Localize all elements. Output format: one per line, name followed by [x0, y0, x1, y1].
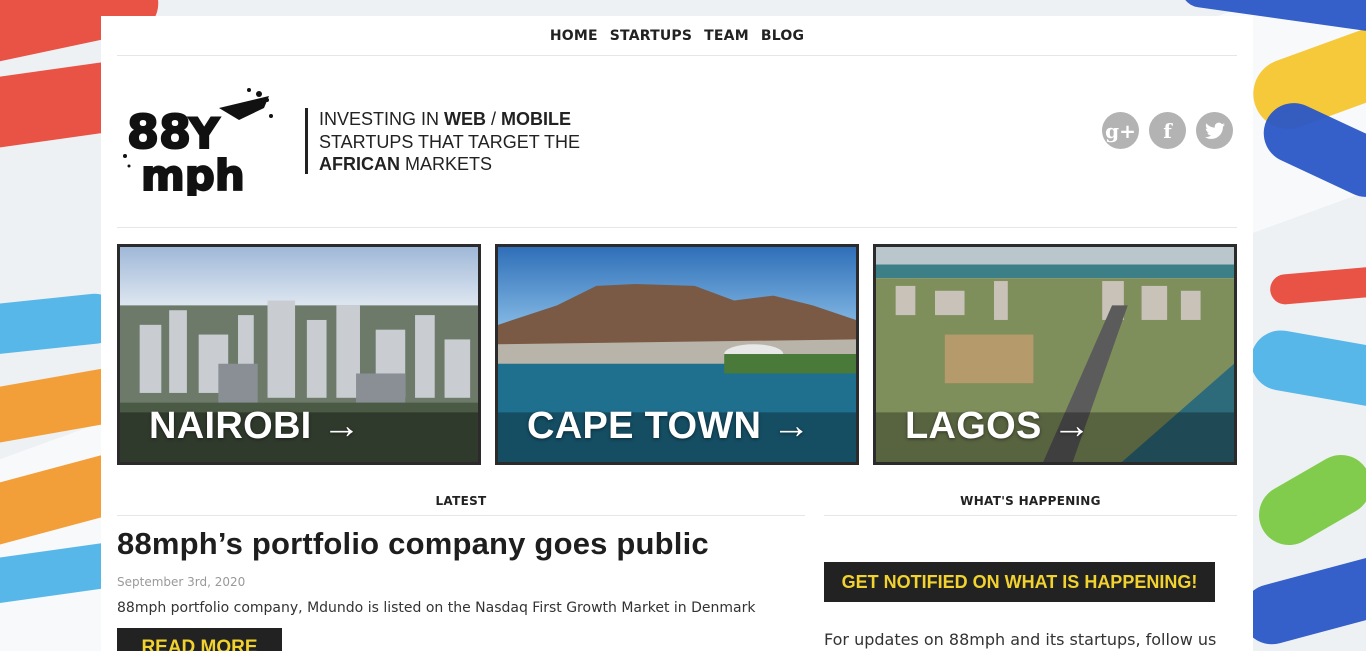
city-tile-lagos[interactable]: LAGOS →	[873, 244, 1237, 465]
google-plus-icon[interactable]: g+	[1102, 112, 1139, 149]
post-title[interactable]: 88mph’s portfolio company goes public	[117, 526, 709, 562]
tagline-markets: MARKETS	[400, 154, 493, 174]
facebook-icon[interactable]: f	[1149, 112, 1186, 149]
88mph-logo[interactable]: 88 Y mph	[119, 86, 279, 201]
main-nav: HOME STARTUPS TEAM BLOG	[117, 16, 1237, 56]
whats-happening-heading: WHAT'S HAPPENING	[824, 494, 1237, 516]
nav-team[interactable]: TEAM	[704, 28, 749, 44]
nav-startups[interactable]: STARTUPS	[610, 28, 692, 44]
latest-heading: LATEST	[117, 494, 805, 516]
svg-text:mph: mph	[141, 151, 245, 196]
tagline-african: AFRICAN	[319, 154, 400, 174]
tagline-mobile: MOBILE	[501, 109, 572, 129]
city-label-lagos: LAGOS →	[905, 405, 1091, 447]
post-date: September 3rd, 2020	[117, 575, 246, 589]
nav-home[interactable]: HOME	[550, 28, 598, 44]
site-header: 88 Y mph INVESTING IN WEB / MOBILE START…	[117, 56, 1237, 228]
tagline-web: WEB	[444, 109, 487, 129]
twitter-icon[interactable]	[1196, 112, 1233, 149]
page-container: HOME STARTUPS TEAM BLOG 88 Y mph INVESTI…	[101, 16, 1253, 651]
read-more-button[interactable]: READ MORE	[117, 628, 282, 651]
follow-text: For updates on 88mph and its startups, f…	[824, 630, 1217, 649]
city-tile-cape-town[interactable]: CAPE TOWN →	[495, 244, 859, 465]
tagline-line-2: STARTUPS THAT TARGET THE	[319, 131, 581, 152]
get-notified-button[interactable]: GET NOTIFIED ON WHAT IS HAPPENING!	[824, 562, 1215, 602]
tagline-sep: /	[486, 109, 502, 129]
tagline: INVESTING IN WEB / MOBILE STARTUPS THAT …	[305, 108, 580, 174]
city-tile-nairobi[interactable]: NAIROBI →	[117, 244, 481, 465]
city-label-nairobi: NAIROBI →	[149, 405, 361, 447]
city-label-cape-town: CAPE TOWN →	[527, 405, 811, 447]
city-tiles: NAIROBI → CAPE TOWN → LAGOS →	[117, 244, 1237, 465]
social-links: g+ f	[1102, 112, 1233, 149]
tagline-text: INVESTING IN	[319, 109, 445, 129]
nav-blog[interactable]: BLOG	[761, 28, 804, 44]
post-excerpt: 88mph portfolio company, Mdundo is liste…	[117, 600, 756, 616]
